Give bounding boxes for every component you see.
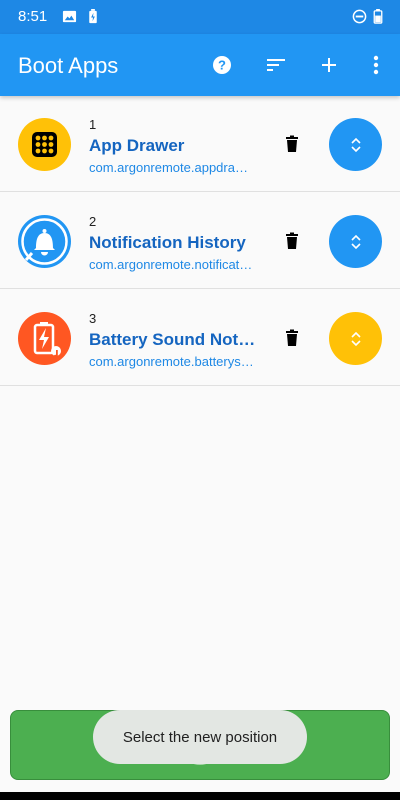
reorder-button[interactable] xyxy=(329,118,382,171)
item-app-name: Battery Sound Notification xyxy=(89,330,259,349)
item-package-name: com.argonremote.appdrawer xyxy=(89,160,254,175)
list-item[interactable]: 1 App Drawer com.argonremote.appdrawer xyxy=(0,96,400,192)
app-drawer-icon xyxy=(18,118,71,171)
navigation-bar xyxy=(0,792,400,800)
image-icon xyxy=(62,9,77,29)
add-button[interactable] xyxy=(317,53,341,77)
add-icon xyxy=(322,58,336,72)
reorder-button[interactable] xyxy=(329,215,382,268)
battery-icon xyxy=(373,9,383,29)
sort-button[interactable] xyxy=(264,53,288,77)
status-time: 8:51 xyxy=(18,8,48,25)
app-bar: Boot Apps ? xyxy=(0,34,400,96)
chevron-up-down-icon xyxy=(350,234,361,249)
item-app-name: Notification History xyxy=(89,233,246,252)
item-position: 3 xyxy=(89,311,97,326)
more-vert-icon xyxy=(373,55,379,75)
boot-apps-list: 1 App Drawer com.argonremote.appdrawer 2… xyxy=(0,96,400,792)
toast-message: Select the new position xyxy=(93,710,307,764)
item-position: 1 xyxy=(89,117,97,132)
reorder-button-selected[interactable] xyxy=(329,312,382,365)
chevron-up-down-icon xyxy=(350,137,361,152)
sort-icon xyxy=(267,59,285,71)
trash-icon xyxy=(286,329,298,346)
more-options-button[interactable] xyxy=(364,53,388,77)
item-position: 2 xyxy=(89,214,97,229)
do-not-disturb-icon xyxy=(352,9,367,29)
status-bar: 8:51 xyxy=(0,0,400,34)
list-item[interactable]: 3 Battery Sound Notification com.argonre… xyxy=(0,290,400,386)
item-package-name: com.argonremote.batterysound xyxy=(89,354,254,369)
item-package-name: com.argonremote.notificationhistory xyxy=(89,257,254,272)
notification-bell-icon xyxy=(18,215,71,268)
trash-icon xyxy=(286,135,298,152)
help-icon: ? xyxy=(213,56,231,74)
list-item[interactable]: 2 Notification History com.argonremote.n… xyxy=(0,193,400,289)
page-title: Boot Apps xyxy=(18,53,119,78)
help-button[interactable]: ? xyxy=(210,53,234,77)
trash-icon xyxy=(286,232,298,249)
battery-sound-icon xyxy=(18,312,71,365)
delete-button[interactable] xyxy=(282,231,302,251)
delete-button[interactable] xyxy=(282,328,302,348)
chevron-up-down-icon xyxy=(350,331,361,346)
delete-button[interactable] xyxy=(282,134,302,154)
svg-text:?: ? xyxy=(218,58,226,73)
item-app-name: App Drawer xyxy=(89,136,185,155)
battery-alert-icon xyxy=(88,9,98,29)
